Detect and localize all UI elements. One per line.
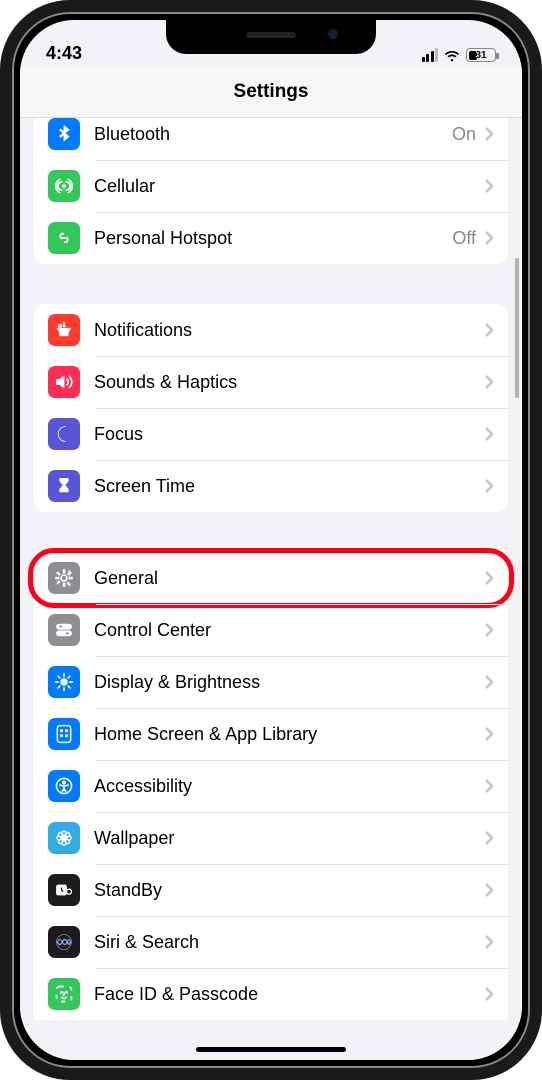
battery-icon: 31 <box>466 48 496 62</box>
settings-row-siri[interactable]: Siri & Search <box>34 916 508 968</box>
settings-group-alerts: Notifications Sounds & Haptics Focus Scr… <box>34 304 508 512</box>
bell-icon <box>48 314 80 346</box>
grid-icon <box>48 718 80 750</box>
link-icon <box>48 222 80 254</box>
chevron-right-icon <box>484 726 494 742</box>
settings-group-system: General Control Center Display & Brightn… <box>34 552 508 1020</box>
sun-icon <box>48 666 80 698</box>
home-indicator[interactable] <box>196 1047 346 1052</box>
settings-row-hotspot[interactable]: Personal Hotspot Off <box>34 212 508 264</box>
row-label: Screen Time <box>94 476 484 497</box>
chevron-right-icon <box>484 934 494 950</box>
settings-scrollview[interactable]: Bluetooth On Cellular Personal Hotspot O… <box>20 118 522 1060</box>
clock-icon <box>48 874 80 906</box>
settings-group-connectivity: Bluetooth On Cellular Personal Hotspot O… <box>34 118 508 264</box>
row-label: Sounds & Haptics <box>94 372 484 393</box>
row-label: Focus <box>94 424 484 445</box>
chevron-right-icon <box>484 622 494 638</box>
chevron-right-icon <box>484 322 494 338</box>
row-label: Cellular <box>94 176 484 197</box>
wifi-icon <box>443 46 461 64</box>
chevron-right-icon <box>484 882 494 898</box>
settings-row-sounds[interactable]: Sounds & Haptics <box>34 356 508 408</box>
chevron-right-icon <box>484 178 494 194</box>
settings-row-general[interactable]: General <box>34 552 508 604</box>
row-label: Display & Brightness <box>94 672 484 693</box>
chevron-right-icon <box>484 830 494 846</box>
siri-icon <box>48 926 80 958</box>
accessibility-icon <box>48 770 80 802</box>
row-label: Control Center <box>94 620 484 641</box>
settings-row-screentime[interactable]: Screen Time <box>34 460 508 512</box>
settings-row-notifications[interactable]: Notifications <box>34 304 508 356</box>
battery-percent: 31 <box>467 50 495 61</box>
row-label: Bluetooth <box>94 124 452 145</box>
switches-icon <box>48 614 80 646</box>
chevron-right-icon <box>484 986 494 1002</box>
settings-row-homescreen[interactable]: Home Screen & App Library <box>34 708 508 760</box>
flower-icon <box>48 822 80 854</box>
scroll-indicator <box>515 258 519 398</box>
row-value: On <box>452 124 476 145</box>
gear-icon <box>48 562 80 594</box>
row-label: Notifications <box>94 320 484 341</box>
chevron-right-icon <box>484 426 494 442</box>
row-label: Accessibility <box>94 776 484 797</box>
row-value: Off <box>452 228 476 249</box>
row-label: StandBy <box>94 880 484 901</box>
chevron-right-icon <box>484 674 494 690</box>
page-title: Settings <box>234 81 309 103</box>
chevron-right-icon <box>484 478 494 494</box>
antenna-icon <box>48 170 80 202</box>
speaker-icon <box>48 366 80 398</box>
nav-header: Settings <box>20 66 522 118</box>
notch <box>166 20 376 54</box>
bluetooth-icon <box>48 118 80 150</box>
settings-row-display[interactable]: Display & Brightness <box>34 656 508 708</box>
settings-row-focus[interactable]: Focus <box>34 408 508 460</box>
chevron-right-icon <box>484 778 494 794</box>
chevron-right-icon <box>484 570 494 586</box>
faceid-icon <box>48 978 80 1010</box>
status-time: 4:43 <box>46 43 82 64</box>
hourglass-icon <box>48 470 80 502</box>
chevron-right-icon <box>484 374 494 390</box>
cell-signal-icon <box>422 48 439 62</box>
row-label: General <box>94 568 484 589</box>
moon-icon <box>48 418 80 450</box>
settings-row-standby[interactable]: StandBy <box>34 864 508 916</box>
settings-row-cellular[interactable]: Cellular <box>34 160 508 212</box>
row-label: Personal Hotspot <box>94 228 452 249</box>
row-label: Face ID & Passcode <box>94 984 484 1005</box>
settings-row-controlcenter[interactable]: Control Center <box>34 604 508 656</box>
settings-row-bluetooth[interactable]: Bluetooth On <box>34 118 508 160</box>
phone-frame: 4:43 31 Settings Bluetooth On <box>0 0 542 1080</box>
settings-row-accessibility[interactable]: Accessibility <box>34 760 508 812</box>
settings-row-wallpaper[interactable]: Wallpaper <box>34 812 508 864</box>
row-label: Home Screen & App Library <box>94 724 484 745</box>
chevron-right-icon <box>484 126 494 142</box>
row-label: Siri & Search <box>94 932 484 953</box>
settings-row-faceid[interactable]: Face ID & Passcode <box>34 968 508 1020</box>
chevron-right-icon <box>484 230 494 246</box>
row-label: Wallpaper <box>94 828 484 849</box>
